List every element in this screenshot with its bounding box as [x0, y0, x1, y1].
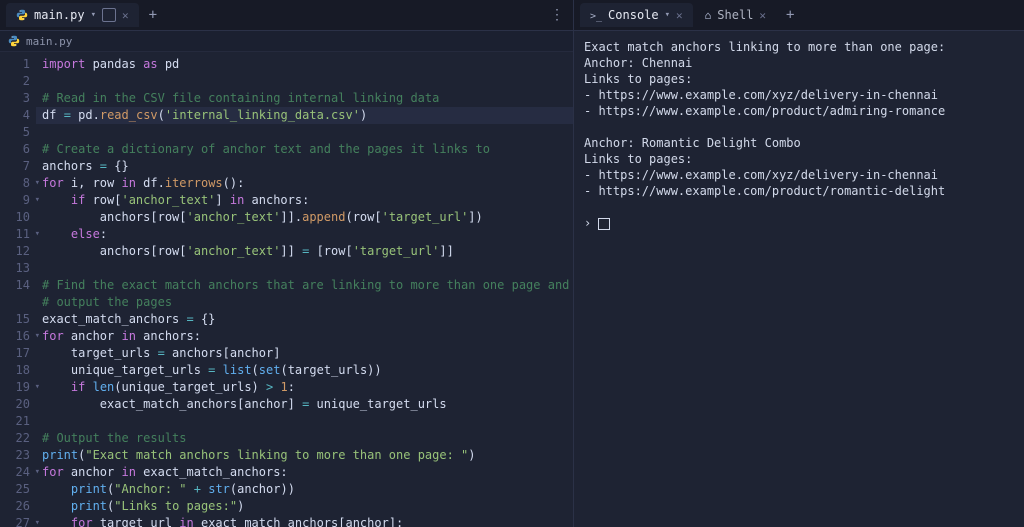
- code-area[interactable]: import pandas as pd # Read in the CSV fil…: [36, 52, 573, 527]
- code-line[interactable]: [42, 124, 573, 141]
- python-file-icon: [8, 35, 20, 47]
- code-line[interactable]: unique_target_urls = list(set(target_url…: [42, 362, 573, 379]
- code-line[interactable]: for anchor in exact_match_anchors:: [42, 464, 573, 481]
- code-line[interactable]: anchors[row['anchor_text']] = [row['targ…: [42, 243, 573, 260]
- python-file-icon: [16, 9, 28, 21]
- code-line[interactable]: # Read in the CSV file containing intern…: [42, 90, 573, 107]
- breadcrumb-label: main.py: [26, 35, 72, 48]
- line-gutter: 12345678▾9▾1011▾1213141516▾171819▾202122…: [0, 52, 36, 527]
- chevron-down-icon[interactable]: ▾: [665, 10, 670, 20]
- console-tabbar: Console ▾ ✕ Shell ✕ +: [574, 0, 1024, 31]
- tab-main-py[interactable]: main.py ▾ ✕: [6, 3, 139, 27]
- code-line[interactable]: target_urls = anchors[anchor]: [42, 345, 573, 362]
- code-line[interactable]: [42, 260, 573, 277]
- code-line[interactable]: for target_url in exact_match_anchors[an…: [42, 515, 573, 527]
- code-line[interactable]: df = pd.read_csv('internal_linking_data.…: [36, 107, 573, 124]
- code-line[interactable]: exact_match_anchors = {}: [42, 311, 573, 328]
- code-line[interactable]: [42, 413, 573, 430]
- code-line[interactable]: anchors = {}: [42, 158, 573, 175]
- code-line[interactable]: if row['anchor_text'] in anchors:: [42, 192, 573, 209]
- breadcrumb: main.py: [0, 31, 573, 52]
- tab-console-label: Console: [608, 8, 659, 22]
- code-line[interactable]: print("Links to pages:"): [42, 498, 573, 515]
- console-icon: [590, 8, 602, 22]
- code-line[interactable]: # Output the results: [42, 430, 573, 447]
- more-options-icon[interactable]: ⋮: [542, 7, 573, 23]
- code-line[interactable]: for anchor in anchors:: [42, 328, 573, 345]
- code-line[interactable]: else:: [42, 226, 573, 243]
- code-line[interactable]: print("Anchor: " + str(anchor)): [42, 481, 573, 498]
- code-line[interactable]: # output the pages: [42, 294, 573, 311]
- code-line[interactable]: import pandas as pd: [42, 56, 573, 73]
- editor-tabbar: main.py ▾ ✕ + ⋮: [0, 0, 573, 31]
- code-line[interactable]: anchors[row['anchor_text']].append(row['…: [42, 209, 573, 226]
- code-line[interactable]: print("Exact match anchors linking to mo…: [42, 447, 573, 464]
- tab-shell-label: Shell: [717, 8, 753, 22]
- code-line[interactable]: # Find the exact match anchors that are …: [42, 277, 573, 294]
- split-view-icon[interactable]: [102, 8, 116, 22]
- code-line[interactable]: for i, row in df.iterrows():: [42, 175, 573, 192]
- new-tab-button[interactable]: +: [778, 7, 802, 23]
- shell-icon: [705, 8, 712, 22]
- close-tab-icon[interactable]: ✕: [759, 9, 766, 22]
- root: main.py ▾ ✕ + ⋮ main.py 12345678▾9▾1011▾…: [0, 0, 1024, 527]
- code-line[interactable]: # Create a dictionary of anchor text and…: [42, 141, 573, 158]
- editor-pane: main.py ▾ ✕ + ⋮ main.py 12345678▾9▾1011▾…: [0, 0, 574, 527]
- close-tab-icon[interactable]: ✕: [676, 9, 683, 22]
- cursor-icon: [598, 218, 610, 230]
- new-tab-button[interactable]: +: [141, 7, 165, 23]
- close-tab-icon[interactable]: ✕: [122, 9, 129, 22]
- code-line[interactable]: if len(unique_target_urls) > 1:: [42, 379, 573, 396]
- tab-console[interactable]: Console ▾ ✕: [580, 3, 693, 27]
- console-pane: Console ▾ ✕ Shell ✕ + Exact match anchor…: [574, 0, 1024, 527]
- code-editor[interactable]: 12345678▾9▾1011▾1213141516▾171819▾202122…: [0, 52, 573, 527]
- tab-main-py-label: main.py: [34, 8, 85, 22]
- console-output[interactable]: Exact match anchors linking to more than…: [574, 31, 1024, 527]
- code-line[interactable]: exact_match_anchors[anchor] = unique_tar…: [42, 396, 573, 413]
- chevron-down-icon[interactable]: ▾: [91, 10, 96, 20]
- code-line[interactable]: [42, 73, 573, 90]
- tab-shell[interactable]: Shell ✕: [695, 3, 776, 27]
